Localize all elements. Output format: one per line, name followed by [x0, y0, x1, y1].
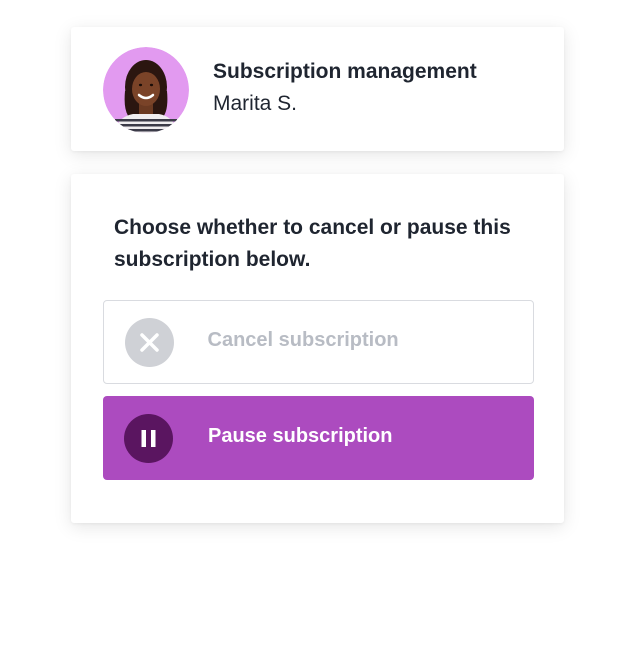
cancel-subscription-label: Cancel subscription [207, 328, 399, 351]
pause-subscription-label: Pause subscription [208, 425, 393, 447]
instruction-text: Choose whether to cancel or pause this s… [114, 216, 511, 271]
user-avatar [103, 47, 189, 133]
customer-name: Marita S. [213, 92, 298, 115]
pause-subscription-button[interactable]: Pause subscription [103, 396, 534, 480]
pause-icon [124, 414, 173, 463]
cancel-subscription-button[interactable]: Cancel subscription [103, 300, 534, 384]
account-header-card: Subscription management Marita S. [71, 27, 564, 151]
close-icon [124, 317, 174, 367]
subscription-options-card: Choose whether to cancel or pause this s… [71, 174, 564, 523]
avatar-photo-icon [103, 47, 189, 133]
page-title: Subscription management [213, 60, 477, 83]
